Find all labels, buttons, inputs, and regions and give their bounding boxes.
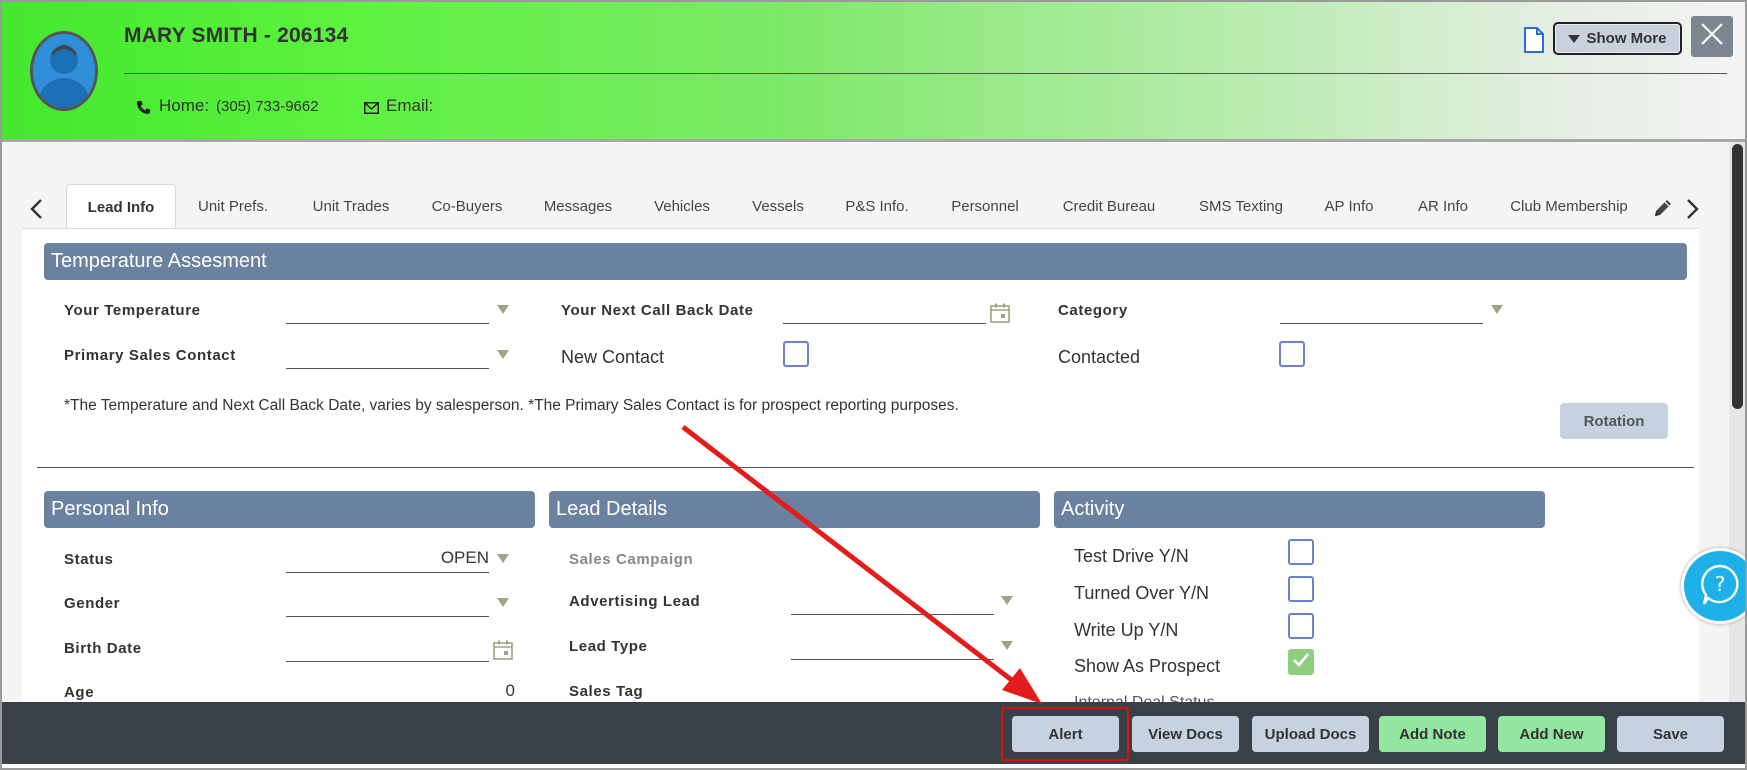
chevron-down-icon[interactable] bbox=[1001, 641, 1013, 650]
new-contact-checkbox[interactable] bbox=[783, 341, 809, 367]
calendar-icon[interactable] bbox=[990, 303, 1010, 328]
close-icon bbox=[1700, 22, 1724, 51]
header-divider bbox=[124, 73, 1727, 74]
test-drive-checkbox[interactable] bbox=[1288, 539, 1314, 565]
action-footer: Alert View Docs Upload Docs Add Note Add… bbox=[2, 702, 1745, 764]
status-value[interactable]: OPEN bbox=[286, 548, 489, 568]
chevron-down-icon[interactable] bbox=[1491, 305, 1503, 314]
primary-sales-contact-select[interactable] bbox=[286, 368, 489, 369]
tab-sms-texting[interactable]: SMS Texting bbox=[1194, 184, 1288, 229]
lead-type-select[interactable] bbox=[791, 659, 994, 660]
calendar-icon[interactable] bbox=[493, 640, 513, 665]
temperature-note: *The Temperature and Next Call Back Date… bbox=[64, 397, 959, 414]
tab-vessels[interactable]: Vessels bbox=[746, 184, 810, 229]
phone-icon bbox=[136, 100, 151, 120]
new-contact-label: New Contact bbox=[561, 347, 665, 367]
tab-ar-info[interactable]: AR Info bbox=[1410, 184, 1476, 229]
chevron-down-icon[interactable] bbox=[497, 598, 509, 607]
tab-ps-info[interactable]: P&S Info. bbox=[840, 184, 914, 229]
show-as-prospect-checkbox[interactable] bbox=[1288, 649, 1314, 675]
lead-type-label: Lead Type bbox=[569, 638, 648, 655]
help-chat-icon: ? bbox=[1698, 562, 1742, 611]
your-temperature-label: Your Temperature bbox=[64, 302, 201, 319]
chevron-down-icon[interactable] bbox=[497, 554, 509, 563]
section-divider bbox=[37, 467, 1694, 468]
tab-unit-prefs[interactable]: Unit Prefs. bbox=[188, 184, 278, 229]
tab-co-buyers[interactable]: Co-Buyers bbox=[422, 184, 512, 229]
status-select[interactable] bbox=[286, 572, 489, 573]
tab-ap-info[interactable]: AP Info bbox=[1316, 184, 1382, 229]
tab-lead-info[interactable]: Lead Info bbox=[66, 184, 176, 229]
checkmark-icon bbox=[1292, 652, 1310, 673]
tab-messages[interactable]: Messages bbox=[538, 184, 618, 229]
pencil-icon[interactable] bbox=[1652, 197, 1674, 224]
tab-credit-bureau[interactable]: Credit Bureau bbox=[1057, 184, 1161, 229]
birth-date-input[interactable] bbox=[286, 661, 489, 662]
alert-highlight-box bbox=[1001, 707, 1129, 761]
category-select[interactable] bbox=[1280, 323, 1483, 324]
test-drive-label: Test Drive Y/N bbox=[1074, 546, 1189, 566]
add-note-button[interactable]: Add Note bbox=[1379, 716, 1486, 752]
show-as-prospect-label: Show As Prospect bbox=[1074, 656, 1221, 676]
save-button[interactable]: Save bbox=[1617, 716, 1724, 752]
chevron-left-icon[interactable] bbox=[29, 198, 43, 221]
phone-value[interactable]: (305) 733-9662 bbox=[216, 98, 319, 115]
lead-details-section-title: Lead Details bbox=[549, 491, 1040, 528]
contacted-checkbox[interactable] bbox=[1279, 341, 1305, 367]
status-label: Status bbox=[64, 551, 114, 568]
sales-campaign-label: Sales Campaign bbox=[569, 551, 694, 568]
scrollbar-thumb[interactable] bbox=[1732, 144, 1743, 409]
turned-over-checkbox[interactable] bbox=[1288, 576, 1314, 602]
category-label: Category bbox=[1058, 302, 1128, 319]
birth-date-label: Birth Date bbox=[64, 640, 142, 657]
contacted-label: Contacted bbox=[1058, 347, 1141, 367]
mail-icon bbox=[364, 101, 379, 119]
phone-label: Home: bbox=[159, 96, 210, 115]
age-label: Age bbox=[64, 684, 95, 701]
contact-header: MARY SMITH - 206134 Home: (305) 733-9662… bbox=[2, 2, 1745, 142]
document-icon[interactable] bbox=[1523, 26, 1545, 59]
tab-personnel[interactable]: Personnel bbox=[945, 184, 1025, 229]
chevron-down-icon[interactable] bbox=[497, 305, 509, 314]
next-call-back-input[interactable] bbox=[783, 323, 986, 324]
turned-over-label: Turned Over Y/N bbox=[1074, 583, 1210, 603]
svg-text:?: ? bbox=[1715, 572, 1726, 596]
lead-window: MARY SMITH - 206134 Home: (305) 733-9662… bbox=[0, 0, 1747, 770]
age-value: 0 bbox=[505, 681, 515, 700]
contact-name: MARY SMITH - 206134 bbox=[124, 24, 349, 47]
caret-down-icon bbox=[1568, 30, 1581, 47]
temperature-section-title: Temperature Assesment bbox=[44, 243, 1687, 280]
tab-unit-trades[interactable]: Unit Trades bbox=[304, 184, 398, 229]
gender-select[interactable] bbox=[286, 616, 489, 617]
lead-info-panel bbox=[22, 228, 1699, 703]
chevron-right-icon[interactable] bbox=[1686, 198, 1700, 221]
your-temperature-select[interactable] bbox=[286, 323, 489, 324]
show-more-label: Show More bbox=[1586, 30, 1667, 47]
upload-docs-button[interactable]: Upload Docs bbox=[1252, 716, 1369, 752]
chevron-down-icon[interactable] bbox=[497, 350, 509, 359]
next-call-back-label: Your Next Call Back Date bbox=[561, 302, 754, 319]
personal-info-section-title: Personal Info bbox=[44, 491, 535, 528]
write-up-checkbox[interactable] bbox=[1288, 613, 1314, 639]
activity-section-title: Activity bbox=[1054, 491, 1545, 528]
write-up-label: Write Up Y/N bbox=[1074, 620, 1179, 640]
rotation-button[interactable]: Rotation bbox=[1560, 403, 1668, 439]
advertising-lead-label: Advertising Lead bbox=[569, 593, 701, 610]
view-docs-button[interactable]: View Docs bbox=[1132, 716, 1239, 752]
advertising-lead-select[interactable] bbox=[791, 614, 994, 615]
gender-label: Gender bbox=[64, 595, 121, 612]
tab-club-membership[interactable]: Club Membership bbox=[1504, 184, 1634, 229]
tab-bar: Lead Info Unit Prefs. Unit Trades Co-Buy… bbox=[2, 184, 1745, 229]
primary-sales-contact-label: Primary Sales Contact bbox=[64, 347, 236, 364]
avatar bbox=[30, 31, 98, 111]
add-new-button[interactable]: Add New bbox=[1498, 716, 1605, 752]
sales-tag-label: Sales Tag bbox=[569, 683, 644, 700]
email-label: Email: bbox=[386, 96, 434, 115]
close-button[interactable] bbox=[1691, 16, 1733, 57]
show-more-button[interactable]: Show More bbox=[1553, 22, 1682, 55]
tab-vehicles[interactable]: Vehicles bbox=[648, 184, 716, 229]
chevron-down-icon[interactable] bbox=[1001, 596, 1013, 605]
